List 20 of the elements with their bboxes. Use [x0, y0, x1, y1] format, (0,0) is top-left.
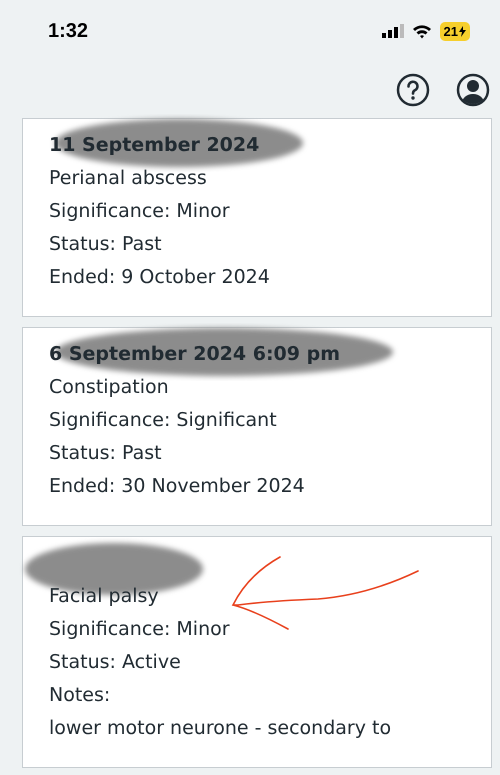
record-detail: Ended: 9 October 2024: [49, 265, 271, 290]
record-detail: Status: Past: [49, 441, 163, 466]
status-time: 1:32: [48, 20, 88, 42]
record-date: 6 September 2024 6:09 pm: [49, 342, 340, 367]
record-detail: Facial palsy: [49, 584, 160, 609]
battery-indicator: 21: [440, 22, 470, 40]
record-detail: Significance: Minor: [49, 617, 231, 642]
record-detail: Status: Active: [49, 650, 182, 675]
record-detail: Significance: Significant: [49, 408, 278, 433]
record-detail: Notes:: [49, 683, 112, 708]
record-detail: Status: Past: [49, 232, 163, 257]
record-detail: Perianal abscess: [49, 166, 208, 191]
help-icon[interactable]: [396, 73, 430, 107]
account-icon[interactable]: [456, 73, 490, 107]
record-detail: Constipation: [49, 375, 170, 400]
record-detail: Significance: Minor: [49, 199, 231, 224]
wifi-icon: [412, 24, 432, 38]
signal-icon: [382, 24, 404, 38]
record-detail: Ended: 30 November 2024: [49, 474, 306, 499]
record-detail: lower motor neurone - secondary to: [49, 716, 392, 741]
